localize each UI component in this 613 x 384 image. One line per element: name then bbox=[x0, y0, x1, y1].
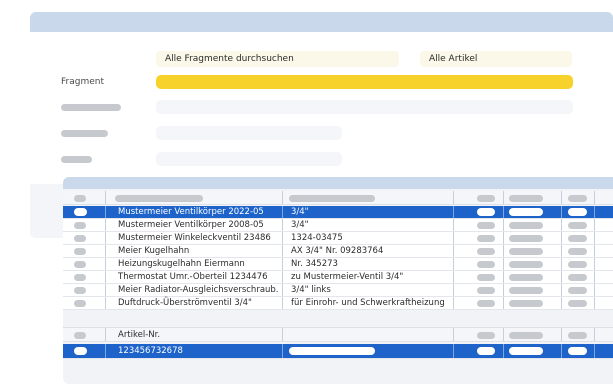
all-articles-label: Alle Artikel bbox=[429, 54, 478, 64]
field-label-placeholder bbox=[61, 130, 108, 137]
results-table: Mustermeier Ventilkörper 2022-05 3/4" Mu… bbox=[63, 206, 613, 322]
table-row[interactable]: Meier Kugelhahn AX 3/4" Nr. 09283764 bbox=[63, 245, 613, 258]
row-name: Duftdruck-Überströmventil 3/4" bbox=[118, 298, 252, 308]
row-value: zu Mustermeier-Ventil 3/4" bbox=[291, 272, 404, 282]
table-row[interactable]: 123456732678 bbox=[63, 344, 613, 359]
table-row[interactable]: Mustermeier Ventilkörper 2008-05 3/4" bbox=[63, 219, 613, 232]
row-value: 3/4" bbox=[291, 207, 309, 217]
row-action-b[interactable] bbox=[509, 222, 543, 229]
row-action-a[interactable] bbox=[477, 235, 495, 242]
row-action-b[interactable] bbox=[509, 208, 543, 216]
row-action-a[interactable] bbox=[477, 208, 495, 216]
all-fragments-label: Alle Fragmente durchsuchen bbox=[165, 54, 294, 64]
table-row[interactable]: Mustermeier Winkeleckventil 23486 1324-0… bbox=[63, 232, 613, 245]
row-name: Mustermeier Ventilkörper 2008-05 bbox=[118, 220, 264, 230]
column-header-value[interactable] bbox=[289, 195, 375, 202]
row-action-c[interactable] bbox=[568, 287, 587, 294]
row-name: Thermostat Umr.-Oberteil 1234476 bbox=[118, 272, 268, 282]
row-select-toggle[interactable] bbox=[74, 287, 86, 294]
articles-header-a[interactable] bbox=[477, 332, 495, 339]
row-name: Meier Kugelhahn bbox=[118, 246, 190, 256]
table-row[interactable]: Thermostat Umr.-Oberteil 1234476 zu Must… bbox=[63, 271, 613, 284]
row-select-toggle[interactable] bbox=[74, 222, 86, 229]
column-header-name[interactable] bbox=[115, 195, 203, 202]
row-select-toggle[interactable] bbox=[74, 261, 86, 268]
row-action-b[interactable] bbox=[509, 287, 543, 294]
fragment-input[interactable] bbox=[156, 75, 573, 89]
row-select-toggle[interactable] bbox=[74, 208, 87, 216]
row-value: für Einrohr- und Schwerkraftheizung bbox=[291, 298, 445, 308]
row-select-toggle[interactable] bbox=[74, 248, 86, 255]
row-action-c[interactable] bbox=[568, 248, 587, 255]
results-column-header bbox=[63, 191, 613, 205]
row-action-a[interactable] bbox=[477, 261, 495, 268]
row-action-b[interactable] bbox=[509, 274, 543, 281]
row-action-c[interactable] bbox=[568, 261, 587, 268]
row-action-c[interactable] bbox=[568, 222, 587, 229]
row-value-placeholder bbox=[289, 347, 375, 355]
articles-table: 123456732678 bbox=[63, 344, 613, 359]
row-name: Meier Radiator-Ausgleichsverschraub. bbox=[118, 285, 279, 295]
fragment-label: Fragment bbox=[61, 77, 104, 87]
article-number: 123456732678 bbox=[118, 346, 183, 356]
column-header-a[interactable] bbox=[477, 195, 495, 202]
row-value: 1324-03475 bbox=[291, 233, 343, 243]
column-header-select[interactable] bbox=[74, 195, 86, 202]
row-select-toggle[interactable] bbox=[74, 347, 87, 355]
row-action-a[interactable] bbox=[477, 222, 495, 229]
row-value: 3/4" bbox=[291, 220, 309, 230]
row-action-c[interactable] bbox=[568, 300, 587, 307]
articles-header-label: Artikel-Nr. bbox=[118, 330, 161, 340]
articles-header-select[interactable] bbox=[74, 332, 86, 339]
row-value: Nr. 345273 bbox=[291, 259, 338, 269]
row-name: Heizungskugelhahn Eiermann bbox=[118, 259, 245, 269]
row-action-a[interactable] bbox=[477, 300, 495, 307]
row-action-c[interactable] bbox=[568, 208, 587, 216]
row-value: 3/4" links bbox=[291, 285, 331, 295]
row-action-a[interactable] bbox=[477, 248, 495, 255]
articles-header: Artikel-Nr. bbox=[63, 327, 613, 342]
table-row[interactable]: Meier Radiator-Ausgleichsverschraub. 3/4… bbox=[63, 284, 613, 297]
articles-header-b[interactable] bbox=[509, 332, 543, 339]
field-label-placeholder bbox=[61, 156, 92, 163]
row-action-c[interactable] bbox=[568, 274, 587, 281]
field-input[interactable] bbox=[156, 126, 342, 140]
row-select-toggle[interactable] bbox=[74, 274, 86, 281]
table-row[interactable]: Heizungskugelhahn Eiermann Nr. 345273 bbox=[63, 258, 613, 271]
field-label-placeholder bbox=[61, 104, 121, 111]
row-select-toggle[interactable] bbox=[74, 235, 86, 242]
row-action-b[interactable] bbox=[509, 347, 543, 355]
field-input[interactable] bbox=[156, 152, 342, 166]
row-action-a[interactable] bbox=[477, 347, 495, 355]
column-header-c[interactable] bbox=[568, 195, 587, 202]
row-action-b[interactable] bbox=[509, 248, 543, 255]
results-panel: Mustermeier Ventilkörper 2022-05 3/4" Mu… bbox=[63, 177, 613, 384]
table-row[interactable]: Duftdruck-Überströmventil 3/4" für Einro… bbox=[63, 297, 613, 310]
row-name: Mustermeier Ventilkörper 2022-05 bbox=[118, 207, 264, 217]
row-value: AX 3/4" Nr. 09283764 bbox=[291, 246, 384, 256]
row-name: Mustermeier Winkeleckventil 23486 bbox=[118, 233, 271, 243]
row-action-b[interactable] bbox=[509, 300, 543, 307]
articles-header-c[interactable] bbox=[568, 332, 587, 339]
column-header-b[interactable] bbox=[509, 195, 543, 202]
table-row[interactable]: Mustermeier Ventilkörper 2022-05 3/4" bbox=[63, 206, 613, 219]
row-select-toggle[interactable] bbox=[74, 300, 86, 307]
field-input[interactable] bbox=[156, 100, 573, 114]
results-panel-header bbox=[63, 177, 613, 189]
row-action-b[interactable] bbox=[509, 261, 543, 268]
row-action-c[interactable] bbox=[568, 347, 587, 355]
all-articles-field[interactable]: Alle Artikel bbox=[420, 51, 572, 67]
row-action-b[interactable] bbox=[509, 235, 543, 242]
row-action-c[interactable] bbox=[568, 235, 587, 242]
row-action-a[interactable] bbox=[477, 287, 495, 294]
all-fragments-field[interactable]: Alle Fragmente durchsuchen bbox=[156, 51, 399, 67]
row-action-a[interactable] bbox=[477, 274, 495, 281]
search-panel-header bbox=[30, 12, 613, 32]
